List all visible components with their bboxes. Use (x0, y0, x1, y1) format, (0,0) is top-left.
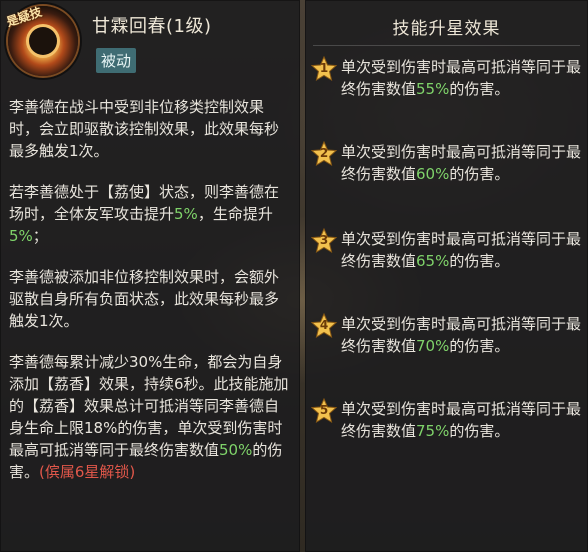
description-paragraph: 若李善德处于【荔使】状态，则李善德在场时，全体友军攻击提升5%，生命提升5%； (9, 181, 293, 247)
highlight-value: 70% (416, 337, 450, 355)
effect-text: 的伤害。 (449, 422, 510, 440)
description-paragraph: 李善德在战斗中受到非位移类控制效果时，会立即驱散该控制效果，此效果每秒最多触发1… (9, 96, 293, 162)
highlight-value: 55% (416, 80, 450, 98)
upgrade-panel-title: 技能升星效果 (392, 19, 501, 39)
effect-text: 的伤害。 (449, 337, 510, 355)
star-effect-text: 单次受到伤害时最高可抵消等同于最终伤害数值70%的伤害。 (341, 313, 581, 357)
skill-badge-label: 是疑技 (4, 4, 44, 30)
star-level-number: 4 (319, 318, 329, 332)
skill-title: 甘霖回春(1级) (92, 16, 212, 37)
title-divider (313, 45, 580, 46)
unlock-note: (傧属6星解锁) (39, 463, 136, 481)
highlight-value: 5% (174, 205, 198, 223)
effect-text: 的伤害。 (449, 165, 510, 183)
effect-text: 的伤害。 (449, 80, 510, 98)
star-effect-text: 单次受到伤害时最高可抵消等同于最终伤害数值55%的伤害。 (341, 56, 581, 100)
description-text: 李善德被添加非位移控制效果时，会额外驱散自身所有负面状态，此效果每秒最多触发1次… (9, 268, 280, 330)
star-level-number: 2 (319, 146, 329, 160)
star-effect-text: 单次受到伤害时最高可抵消等同于最终伤害数值60%的伤害。 (341, 141, 581, 185)
description-text: ； (32, 227, 48, 245)
description-paragraph: 李善德被添加非位移控制效果时，会额外驱散自身所有负面状态，此效果每秒最多触发1次… (9, 266, 293, 332)
skill-emblem-icon: 是疑技 (5, 5, 78, 76)
star-level-number: 5 (319, 403, 329, 417)
effect-text: 的伤害。 (449, 252, 510, 270)
highlight-value: 75% (416, 422, 450, 440)
star-level-number: 3 (319, 233, 329, 247)
star-effect-text: 单次受到伤害时最高可抵消等同于最终伤害数值75%的伤害。 (341, 398, 581, 442)
star-upgrade-panel: 技能升星效果 1 单次受到伤害时最高可抵消等同于最终伤害数值55%的伤害。 2 单次受… (305, 0, 588, 552)
skill-emblem-face (29, 27, 57, 55)
highlight-value: 65% (416, 252, 450, 270)
skill-detail-panel: 是疑技 甘霖回春(1级) 被动 李善德在战斗中受到非位移类控制效果时，会立即驱散… (0, 0, 300, 552)
star-effect-text: 单次受到伤害时最高可抵消等同于最终伤害数值65%的伤害。 (341, 228, 581, 272)
description-paragraph: 李善德每累计减少30%生命，都会为自身添加【荔香】效果，持续6秒。此技能施加的【… (9, 351, 293, 483)
skill-type-badge: 被动 (96, 48, 137, 73)
highlight-value: 50% (219, 441, 253, 459)
highlight-value: 60% (416, 165, 450, 183)
skill-description: 李善德在战斗中受到非位移类控制效果时，会立即驱散该控制效果，此效果每秒最多触发1… (9, 96, 293, 502)
highlight-value: 5% (9, 227, 33, 245)
star-level-number: 1 (319, 61, 329, 75)
description-text: 李善德在战斗中受到非位移类控制效果时，会立即驱散该控制效果，此效果每秒最多触发1… (9, 98, 280, 160)
description-text: ，生命提升 (197, 205, 273, 223)
